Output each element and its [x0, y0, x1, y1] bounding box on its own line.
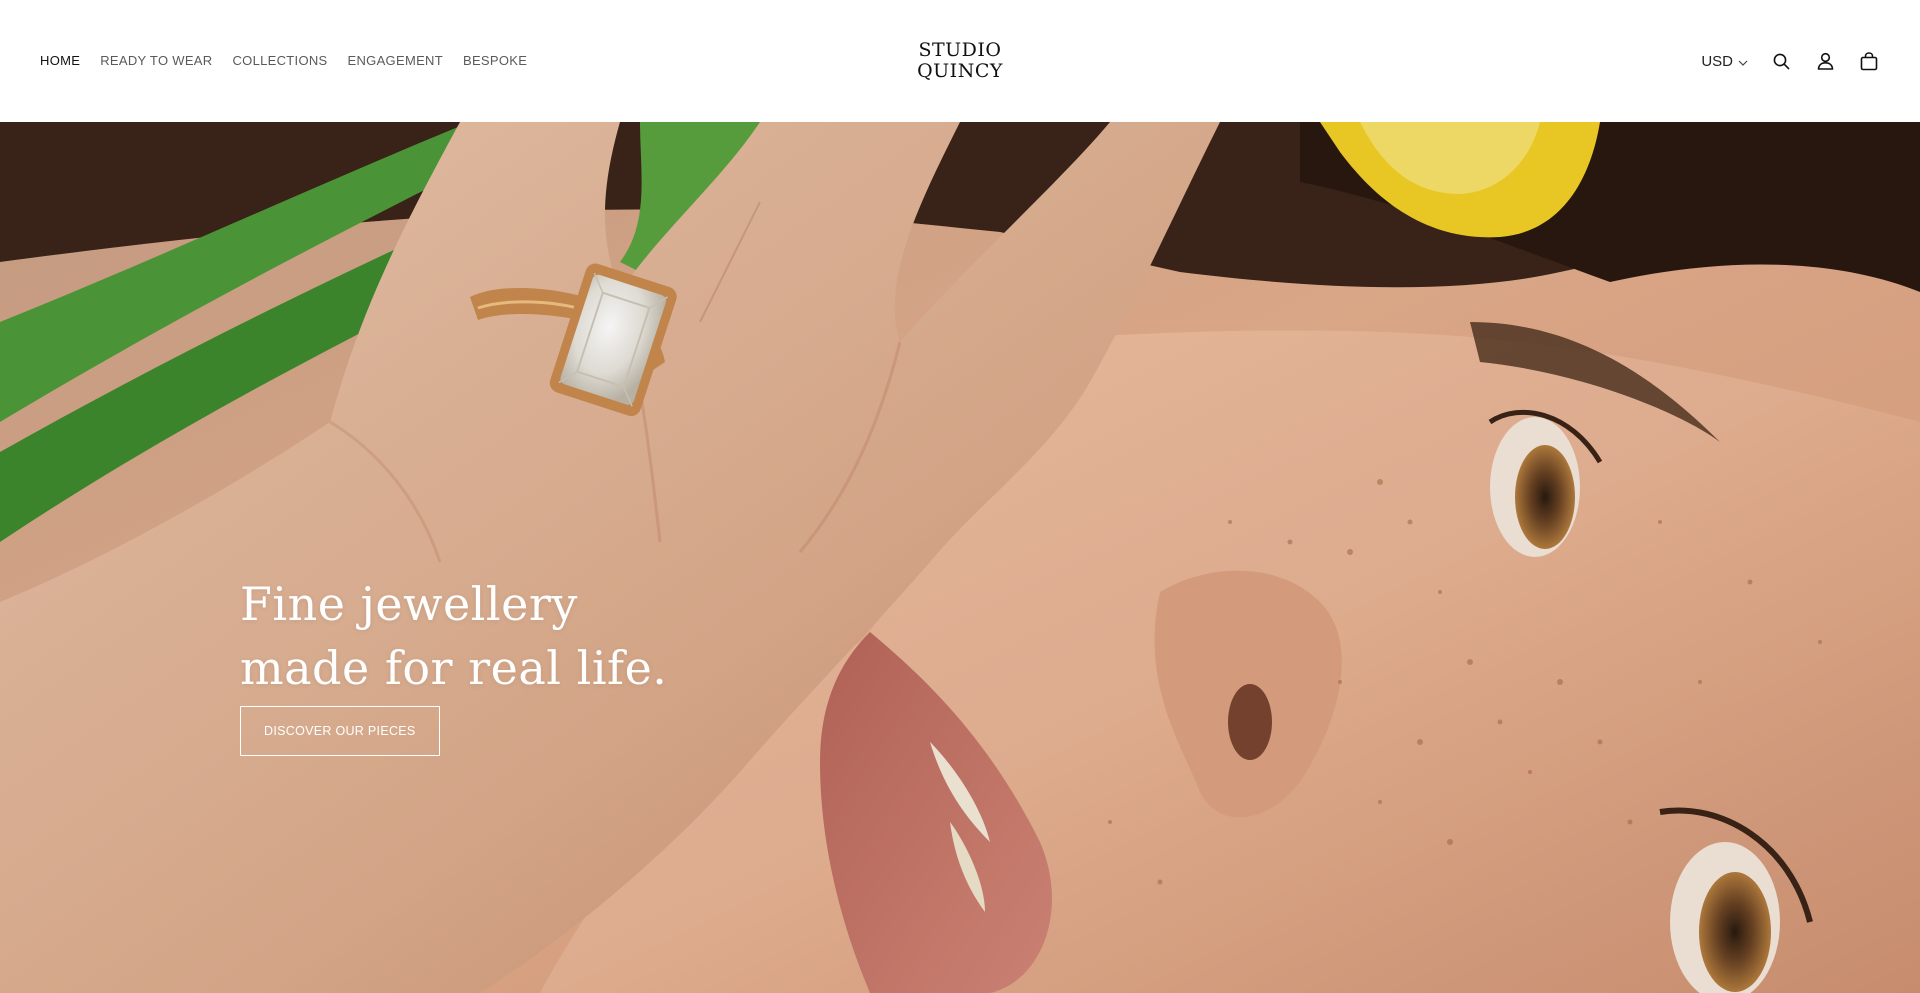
hero-title: Fine jewellery made for real life.: [240, 572, 667, 700]
nav-link-bespoke[interactable]: BESPOKE: [463, 53, 527, 68]
nav-link-collections[interactable]: COLLECTIONS: [232, 53, 327, 68]
nav-item-engagement: ENGAGEMENT: [348, 52, 443, 70]
main-nav: HOME READY TO WEAR COLLECTIONS ENGAGEMEN…: [40, 0, 527, 122]
currency-label: USD: [1701, 52, 1733, 70]
header-utilities: USD: [1701, 0, 1880, 122]
nav-item-bespoke: BESPOKE: [463, 52, 527, 70]
hero-title-line-2: made for real life.: [240, 641, 668, 695]
nav-item-home: HOME: [40, 52, 80, 70]
nav-item-collections: COLLECTIONS: [232, 52, 327, 70]
hero-content: Fine jewellery made for real life. DISCO…: [240, 572, 667, 756]
site-header: HOME READY TO WEAR COLLECTIONS ENGAGEMEN…: [0, 0, 1920, 122]
account-icon[interactable]: [1814, 50, 1836, 72]
hero-banner: Fine jewellery made for real life. DISCO…: [0, 122, 1920, 993]
nav-link-engagement[interactable]: ENGAGEMENT: [348, 53, 443, 68]
hero-title-line-1: Fine jewellery: [240, 577, 578, 631]
cart-bag-icon[interactable]: [1858, 50, 1880, 72]
nav-link-ready-to-wear[interactable]: READY TO WEAR: [100, 53, 212, 68]
currency-selector[interactable]: USD: [1701, 53, 1748, 70]
search-icon[interactable]: [1770, 50, 1792, 72]
page: HOME READY TO WEAR COLLECTIONS ENGAGEMEN…: [0, 0, 1920, 993]
nav-item-ready-to-wear: READY TO WEAR: [100, 52, 212, 70]
hero-image: [0, 122, 1920, 993]
site-logo[interactable]: STUDIO QUINCY: [917, 40, 1003, 82]
logo-line-2: QUINCY: [917, 60, 1003, 82]
logo-line-1: STUDIO: [918, 39, 1002, 61]
chevron-down-icon: [1738, 53, 1748, 70]
nav-link-home[interactable]: HOME: [40, 53, 80, 68]
discover-our-pieces-button[interactable]: DISCOVER OUR PIECES: [240, 706, 440, 756]
